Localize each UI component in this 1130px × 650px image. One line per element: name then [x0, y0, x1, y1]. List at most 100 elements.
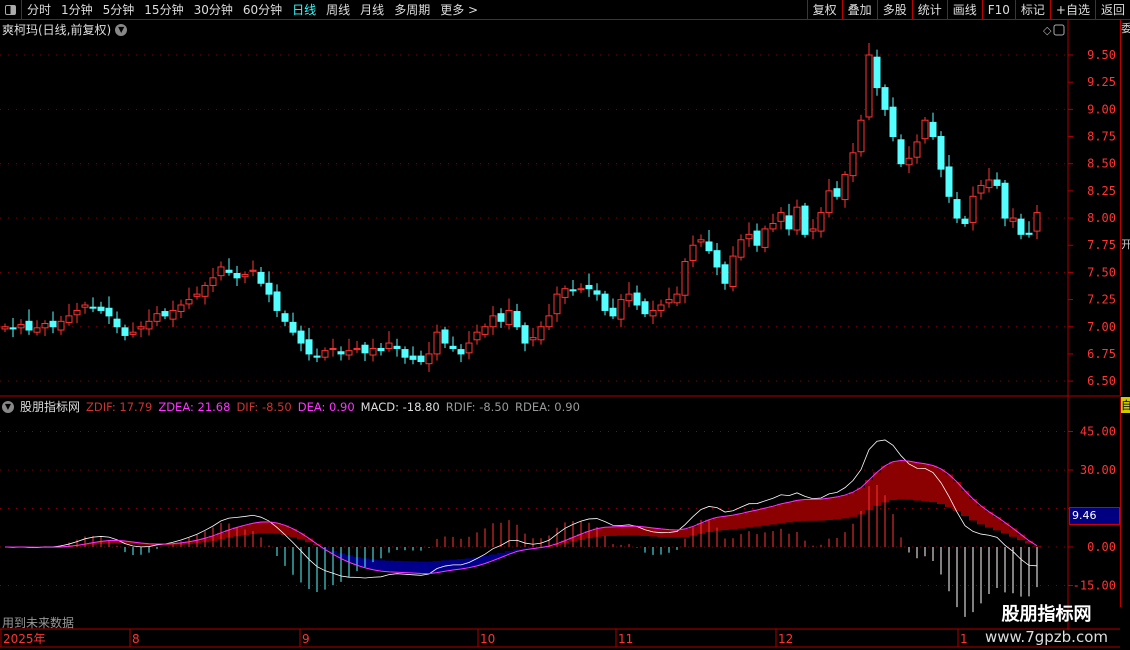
candle-body [297, 330, 305, 344]
candle-body [769, 222, 777, 230]
candle-body [393, 345, 401, 349]
candle-body [1001, 182, 1009, 219]
ribbon-segment [977, 505, 985, 525]
price-tick-label: 6.50 [1087, 374, 1116, 388]
ribbon-segment [777, 503, 785, 524]
ribbon-segment [809, 499, 817, 521]
candle-body [449, 345, 457, 349]
candle-body [217, 266, 225, 277]
diamond-icon: ◇ [1043, 24, 1052, 37]
candle-body [385, 342, 393, 349]
ribbon-segment [409, 561, 417, 574]
candle-body [305, 339, 313, 355]
candle-body [881, 87, 889, 110]
ribbon-segment [665, 529, 673, 538]
ribbon-segment [1009, 528, 1017, 537]
ribbon-segment [841, 495, 849, 519]
candle-body [1009, 217, 1017, 222]
candle-body [1, 326, 9, 330]
ribbon-segment [1033, 545, 1041, 547]
candle-body [113, 318, 121, 328]
candle-body [969, 195, 977, 223]
candle-body [625, 293, 633, 302]
price-tick-label: 7.25 [1087, 293, 1116, 307]
candle-body [89, 306, 97, 309]
candle-body [905, 157, 913, 166]
candle-body [665, 299, 673, 304]
candle-body [321, 350, 329, 358]
candle-body [537, 326, 545, 341]
candle-body [161, 311, 169, 317]
ribbon-segment [385, 560, 393, 572]
indicator-tick-label: -15.00 [1073, 579, 1116, 593]
strip-text: 自 [1121, 397, 1130, 413]
candle-body [425, 353, 433, 365]
ribbon-segment [721, 516, 729, 531]
candle-body [857, 119, 865, 153]
candle-body [377, 347, 385, 352]
ribbon-segment [601, 527, 609, 537]
candle-body [529, 337, 537, 341]
indicator-legend: ▼ 股朋指标网 ZDIF: 17.79 ZDEA: 21.68 DIF: -8.… [2, 398, 580, 415]
candle-body [65, 315, 73, 323]
candle-body [265, 282, 273, 295]
kline-chart[interactable]: ◇ 9.50 9.25 9.00 8.75 8.50 8.25 8.00 7.75 7.50 7.2… [0, 0, 1130, 650]
candle-body [129, 331, 137, 335]
ribbon-segment [825, 498, 833, 521]
candle-body [633, 292, 641, 306]
price-tick-label: 7.75 [1087, 238, 1116, 252]
candle-body [209, 277, 217, 286]
ribbon-segment [753, 509, 761, 527]
candle-body [729, 255, 737, 288]
candle-body [81, 304, 89, 308]
zdea-value: ZDEA: 21.68 [158, 399, 231, 414]
ribbon-segment [609, 526, 617, 536]
ribbon-segment [785, 502, 793, 523]
candle-body [897, 139, 905, 165]
candle-body [401, 349, 409, 358]
strip-text: 开 [1121, 236, 1130, 252]
future-data-note: 用到未来数据 [2, 616, 75, 630]
candle-body [73, 309, 81, 316]
indicator-tick-label: 45.00 [1080, 425, 1116, 439]
time-label: 12 [778, 632, 793, 646]
price-tick-label: 9.25 [1087, 75, 1116, 89]
candle-body [873, 56, 881, 89]
candle-body [801, 205, 809, 235]
candle-body [985, 179, 993, 189]
right-info-strip-lower[interactable]: 自 [1120, 397, 1130, 607]
candle-body [145, 320, 153, 330]
candle-body [177, 304, 185, 313]
candle-body [513, 311, 521, 328]
strip-text: 委 [1121, 20, 1130, 36]
ribbon-segment [393, 560, 401, 573]
ribbon-segment [297, 533, 305, 540]
ribbon-segment [401, 561, 409, 573]
price-tick-label: 7.50 [1087, 265, 1116, 279]
ribbon-segment [937, 468, 945, 505]
right-info-strip[interactable]: 委开 [1120, 20, 1130, 396]
candle-body [545, 315, 553, 328]
ribbon-segment [617, 526, 625, 536]
candle-body [97, 306, 105, 311]
candle-body [345, 350, 353, 356]
candle-body [913, 141, 921, 158]
candle-body [521, 325, 529, 344]
candle-body [569, 289, 577, 292]
candle-body [417, 355, 425, 363]
time-label: 1 [960, 632, 968, 646]
candle-body [441, 329, 449, 344]
macd-value: MACD: -18.80 [360, 399, 440, 414]
ribbon-segment [921, 463, 929, 502]
indicator-name[interactable]: 股朋指标网 [20, 398, 80, 415]
candle-body [193, 293, 201, 297]
candle-body [241, 274, 249, 278]
candle-body [593, 290, 601, 295]
candle-body [785, 215, 793, 230]
candle-body [849, 152, 857, 177]
candle-body [617, 299, 625, 320]
time-label: 9 [302, 632, 310, 646]
zdif-value: ZDIF: 17.79 [86, 399, 153, 414]
candle-body [737, 239, 745, 258]
chevron-down-icon[interactable]: ▼ [2, 400, 14, 413]
